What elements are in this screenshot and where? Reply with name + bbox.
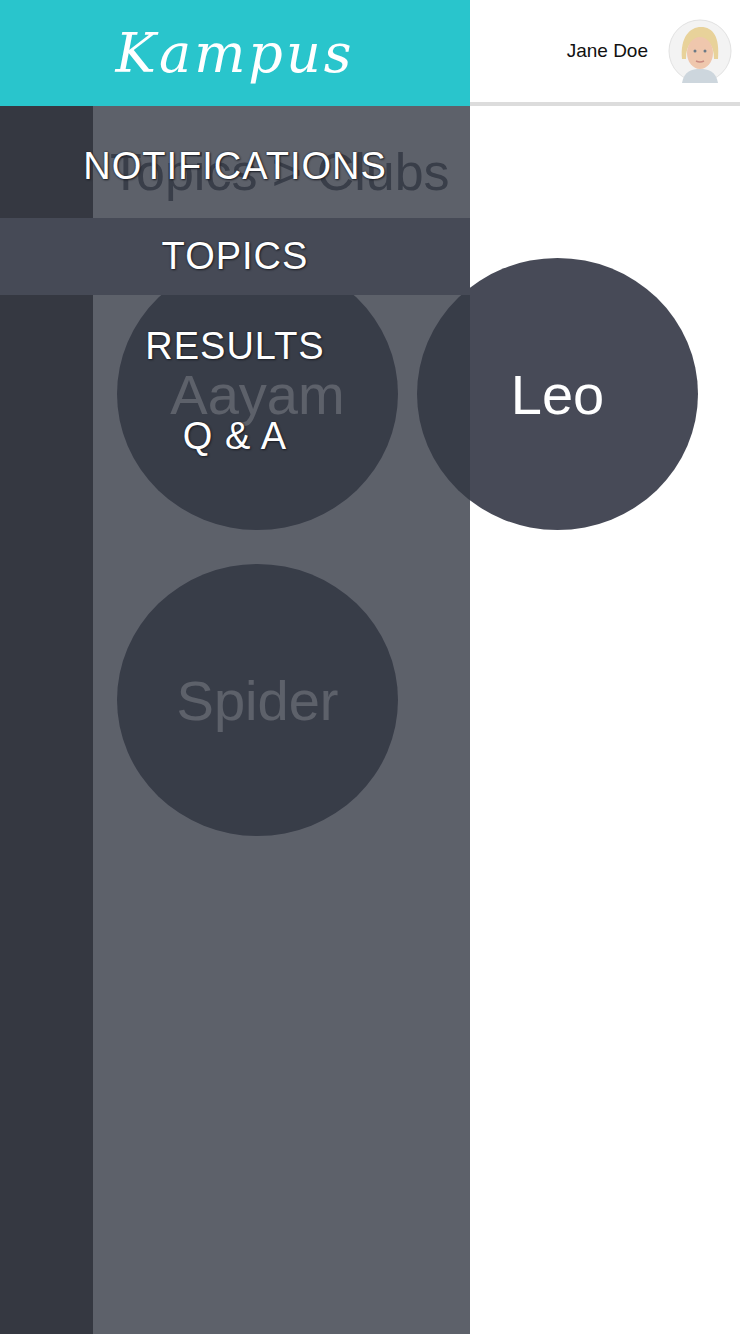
- top-bar: Kampus Jane Doe: [0, 0, 740, 106]
- drawer-label: RESULTS: [145, 325, 324, 368]
- app-page: KampusJane DoeTopics > ClubsAayamLeoSpid…: [0, 0, 740, 1334]
- drawer-label: NOTIFICATIONS: [83, 145, 387, 188]
- avatar-icon[interactable]: [668, 19, 732, 83]
- logo[interactable]: Kampus: [0, 0, 470, 106]
- drawer-menu: NOTIFICATIONS TOPICS RESULTS Q & A: [0, 106, 470, 1334]
- drawer-item[interactable]: TOPICS: [0, 218, 470, 295]
- drawer-item[interactable]: NOTIFICATIONS: [0, 128, 470, 205]
- drawer-item[interactable]: Q & A: [0, 398, 470, 475]
- drawer-label: TOPICS: [162, 235, 309, 278]
- club-name: Leo: [511, 362, 604, 427]
- drawer-item[interactable]: RESULTS: [0, 308, 470, 385]
- logo-text: Kampus: [116, 22, 355, 85]
- side-drawer: NOTIFICATIONS TOPICS RESULTS Q & A: [0, 106, 470, 1334]
- drawer-label: Q & A: [183, 415, 287, 458]
- user-name: Jane Doe: [567, 40, 648, 62]
- user-area[interactable]: Jane Doe: [470, 0, 740, 106]
